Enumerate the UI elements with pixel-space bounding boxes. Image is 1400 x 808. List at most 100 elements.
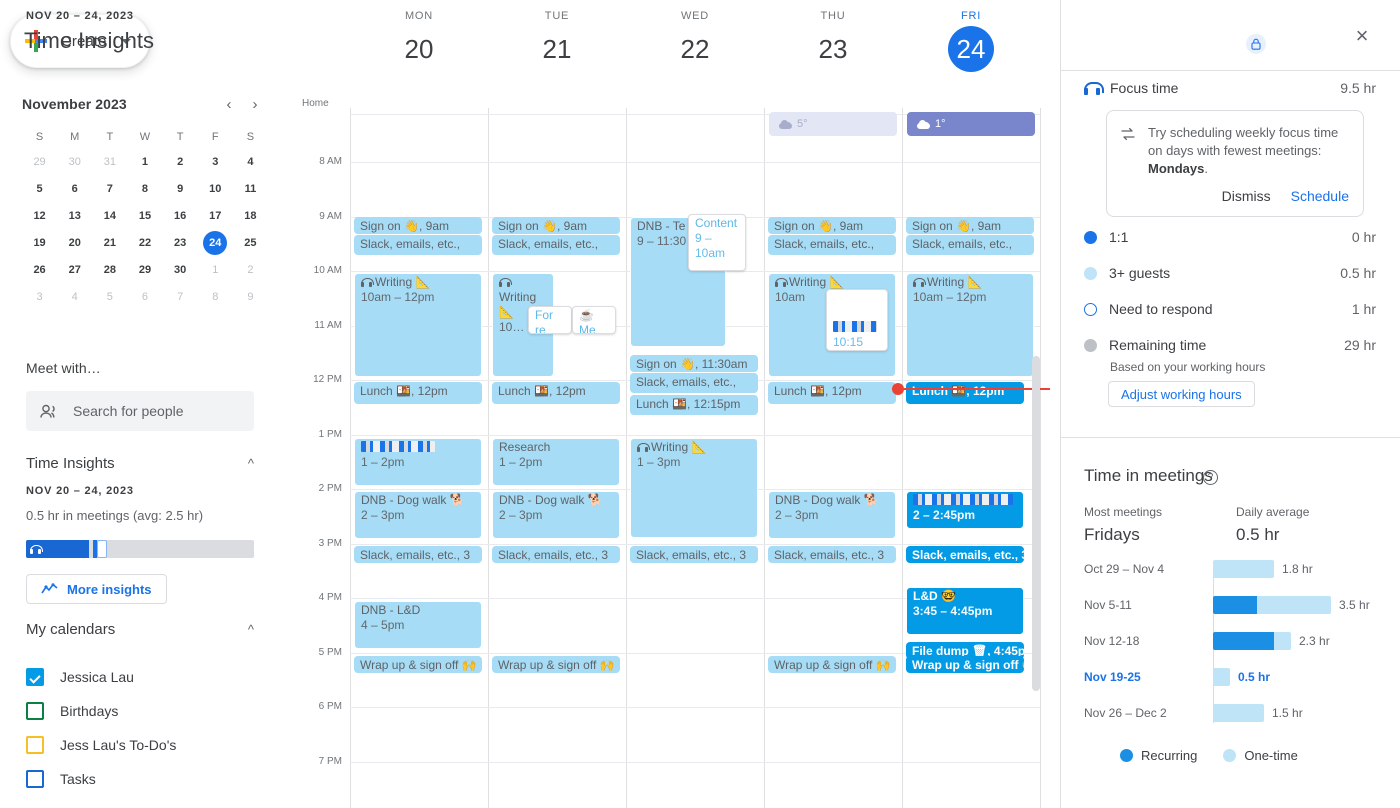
calendar-event[interactable]: Slack, emails, etc., [768, 234, 896, 255]
day-header[interactable]: MON 20 [350, 10, 488, 72]
mini-day-cell[interactable]: 7 [92, 175, 127, 202]
calendar-event[interactable]: Sign on 👋, 9am [354, 216, 482, 234]
calendar-item[interactable]: Jessica Lau [26, 660, 254, 694]
prev-month-button[interactable]: ‹ [216, 91, 242, 117]
dismiss-button[interactable]: Dismiss [1222, 188, 1271, 204]
calendar-event[interactable]: Lunch 🍱, 12:15pm [630, 394, 758, 415]
mini-day-cell[interactable]: 19 [22, 229, 57, 256]
mini-day-cell[interactable]: 8 [127, 175, 162, 202]
mini-day-cell[interactable]: 2 [233, 256, 268, 283]
mini-day-cell[interactable]: 6 [57, 175, 92, 202]
calendar-event[interactable]: Sign on 👋, 9am [906, 216, 1034, 234]
calendar-event[interactable]: 2 – 2:45pm [906, 491, 1024, 529]
mini-day-cell[interactable]: 6 [127, 283, 162, 310]
mini-day-cell[interactable]: 29 [22, 148, 57, 175]
vertical-scrollbar[interactable] [1032, 356, 1040, 691]
calendar-event[interactable]: Sign on 👋, 9am [768, 216, 896, 234]
calendar-event[interactable]: Lunch 🍱, 12pm [906, 382, 1024, 404]
calendar-event[interactable]: Slack, emails, etc., 3 [906, 545, 1024, 563]
mini-day-cell[interactable]: 11 [233, 175, 268, 202]
more-insights-button[interactable]: More insights [26, 574, 167, 604]
chevron-up-icon[interactable]: ^ [248, 622, 254, 637]
mini-day-cell[interactable]: 4 [233, 148, 268, 175]
calendar-event[interactable]: DNB - Dog walk 🐕 2 – 3pm [354, 491, 482, 539]
calendar-event[interactable]: DNB - L&D 4 – 5pm [354, 601, 482, 649]
chart-row[interactable]: Nov 5-11 3.5 hr [1084, 596, 1376, 614]
calendar-event[interactable]: Slack, emails, etc., 3 [492, 545, 620, 563]
chart-row[interactable]: Nov 26 – Dec 2 1.5 hr [1084, 704, 1376, 722]
mini-day-cell[interactable]: 28 [92, 256, 127, 283]
calendar-event[interactable]: 1 – 2pm [354, 437, 482, 486]
calendar-event[interactable]: Wrap up & sign off 🙌 [906, 655, 1024, 673]
calendar-event[interactable]: ☕ Me [572, 306, 616, 334]
weather-chip[interactable]: 1° [907, 112, 1035, 136]
mini-day-cell[interactable]: 1 [127, 148, 162, 175]
calendar-event[interactable]: L&D 🤓 3:45 – 4:45pm [906, 587, 1024, 636]
mini-day-cell[interactable]: 21 [92, 229, 127, 256]
weather-chip[interactable]: 5° [769, 112, 897, 136]
mini-day-cell[interactable]: 3 [22, 283, 57, 310]
mini-day-cell[interactable]: 25 [233, 229, 268, 256]
calendar-event[interactable]: Writing 📐 10am – 12pm [354, 273, 482, 377]
calendar-event[interactable]: DNB - Dog walk 🐕 2 – 3pm [492, 491, 620, 539]
day-header[interactable]: FRI 24 [902, 10, 1040, 72]
calendar-event[interactable]: Slack, emails, etc., 3 [768, 545, 896, 563]
calendar-event[interactable]: Research 1 – 2pm [492, 437, 620, 486]
my-calendars-section-header[interactable]: My calendars ^ [26, 621, 254, 638]
mini-day-cell[interactable]: 5 [22, 175, 57, 202]
mini-day-cell[interactable]: 13 [57, 202, 92, 229]
mini-day-cell[interactable]: 30 [57, 148, 92, 175]
mini-day-cell[interactable]: 31 [92, 148, 127, 175]
chart-row[interactable]: Nov 19-25 0.5 hr [1084, 668, 1376, 686]
calendar-event[interactable]: Sign on 👋, 9am [492, 216, 620, 234]
schedule-button[interactable]: Schedule [1291, 188, 1349, 204]
mini-day-cell[interactable]: 16 [163, 202, 198, 229]
calendar-event[interactable]: Slack, emails, etc., [906, 234, 1034, 255]
mini-day-cell[interactable]: 9 [163, 175, 198, 202]
mini-day-cell[interactable]: 20 [57, 229, 92, 256]
calendar-checkbox[interactable] [26, 702, 44, 720]
mini-day-cell[interactable]: 18 [233, 202, 268, 229]
mini-day-cell[interactable]: 3 [198, 148, 233, 175]
mini-day-cell[interactable]: 5 [92, 283, 127, 310]
help-icon[interactable]: ? [1203, 470, 1218, 485]
mini-day-cell[interactable]: 23 [163, 229, 198, 256]
mini-day-cell[interactable]: 29 [127, 256, 162, 283]
calendar-event[interactable]: Slack, emails, etc., [630, 372, 758, 393]
mini-day-cell[interactable]: 10 [198, 175, 233, 202]
calendar-event[interactable]: Wrap up & sign off 🙌 [492, 655, 620, 673]
chart-row[interactable]: Nov 12-18 2.3 hr [1084, 632, 1376, 650]
calendar-event[interactable]: Writing 📐 10am – 12pm [906, 273, 1034, 377]
mini-day-cell[interactable]: 9 [233, 283, 268, 310]
calendar-event[interactable]: Wrap up & sign off 🙌 [354, 655, 482, 673]
mini-day-cell[interactable]: 2 [163, 148, 198, 175]
mini-day-cell[interactable]: 1 [198, 256, 233, 283]
day-header[interactable]: TUE 21 [488, 10, 626, 72]
calendar-item[interactable]: Birthdays [26, 694, 254, 728]
mini-day-cell[interactable]: 7 [163, 283, 198, 310]
calendar-event[interactable]: Writing 📐 1 – 3pm [630, 437, 758, 538]
mini-day-cell[interactable]: 27 [57, 256, 92, 283]
calendar-event[interactable]: 10:15 [826, 289, 888, 351]
calendar-scroll-region[interactable]: 8 AM 9 AM 10 AM 11 AM 12 PM 1 PM 2 PM 3 PM 4 PM 5… [290, 108, 1050, 808]
mini-day-cell[interactable]: 26 [22, 256, 57, 283]
mini-day-cell[interactable]: 8 [198, 283, 233, 310]
calendar-event[interactable]: Slack, emails, etc., [354, 234, 482, 255]
mini-day-cell[interactable]: 17 [198, 202, 233, 229]
calendar-checkbox[interactable] [26, 770, 44, 788]
calendar-event[interactable]: Wrap up & sign off 🙌 [768, 655, 896, 673]
calendar-checkbox[interactable] [26, 736, 44, 754]
adjust-working-hours-button[interactable]: Adjust working hours [1108, 381, 1255, 407]
mini-day-cell[interactable]: 24 [198, 229, 233, 256]
calendar-event[interactable]: Lunch 🍱, 12pm [492, 382, 620, 404]
calendar-event[interactable]: Lunch 🍱, 12pm [354, 382, 482, 404]
search-people-input[interactable]: Search for people [26, 391, 254, 431]
calendar-item[interactable]: Tasks [26, 762, 254, 796]
calendar-event[interactable]: Slack, emails, etc., [492, 234, 620, 255]
calendar-event[interactable]: Slack, emails, etc., 3 [630, 545, 758, 563]
calendar-event[interactable]: DNB - Dog walk 🐕 2 – 3pm [768, 491, 896, 539]
calendar-event[interactable]: Lunch 🍱, 12pm [768, 382, 896, 404]
time-insights-section-header[interactable]: Time Insights ^ [26, 455, 254, 472]
mini-day-cell[interactable]: 30 [163, 256, 198, 283]
day-header[interactable]: THU 23 [764, 10, 902, 72]
